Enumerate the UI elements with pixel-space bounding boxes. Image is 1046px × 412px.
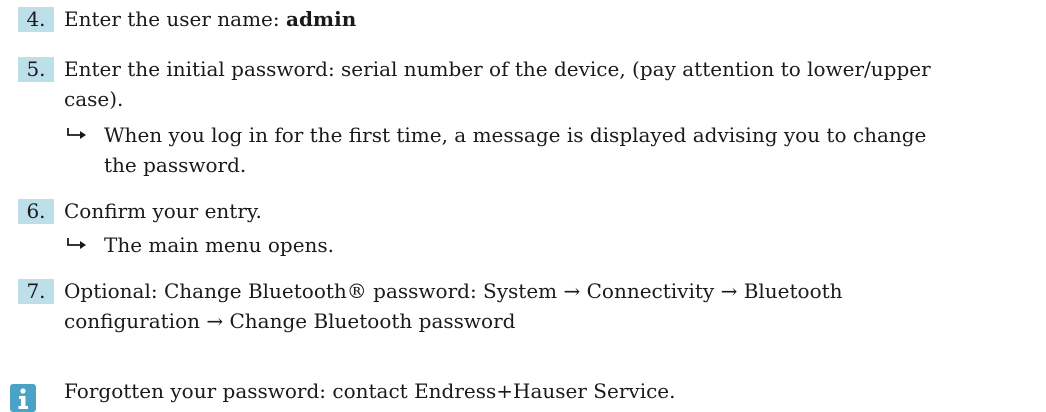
result-text-line-1: When you log in for the first time, a me… <box>104 123 927 147</box>
result-arrow-icon <box>67 238 86 249</box>
step-result: The main menu opens. <box>64 230 1034 260</box>
step-text: Enter the initial password: serial numbe… <box>64 54 1040 114</box>
step-7: 7. Optional: Change Bluetooth® password:… <box>0 276 1040 340</box>
step-4: 4. Enter the user name: admin <box>0 4 1040 34</box>
result-text: The main menu opens. <box>104 233 335 257</box>
step-text: Confirm your entry. <box>64 199 262 223</box>
step-6: 6. Confirm your entry. The main menu ope… <box>0 196 1040 268</box>
step-number: 7. <box>18 279 54 304</box>
step-text: Optional: Change Bluetooth® password: Sy… <box>64 276 1040 336</box>
result-text-line-2: the password. <box>104 153 247 177</box>
result-arrow-icon <box>67 128 86 139</box>
step-5: 5. Enter the initial password: serial nu… <box>0 54 1040 184</box>
step-text: Enter the user name: admin <box>64 4 1040 34</box>
step-number: 4. <box>18 7 54 32</box>
step-number: 5. <box>18 57 54 82</box>
username-value: admin <box>285 7 357 31</box>
step-result: When you log in for the first time, a me… <box>64 120 1034 182</box>
tip-text: Forgotten your password: contact Endress… <box>64 379 676 403</box>
step-number: 6. <box>18 199 54 224</box>
step-text-line-2: configuration → Change Bluetooth passwor… <box>64 309 516 333</box>
info-tip-icon <box>10 384 36 412</box>
result-text: When you log in for the first time, a me… <box>104 120 1034 180</box>
step-text-line-1: Enter the initial password: serial numbe… <box>64 57 931 81</box>
step-instruction: Enter the user name: <box>64 7 286 31</box>
step-text-line-2: case). <box>64 87 124 111</box>
step-text-line-1: Optional: Change Bluetooth® password: Sy… <box>64 279 843 303</box>
